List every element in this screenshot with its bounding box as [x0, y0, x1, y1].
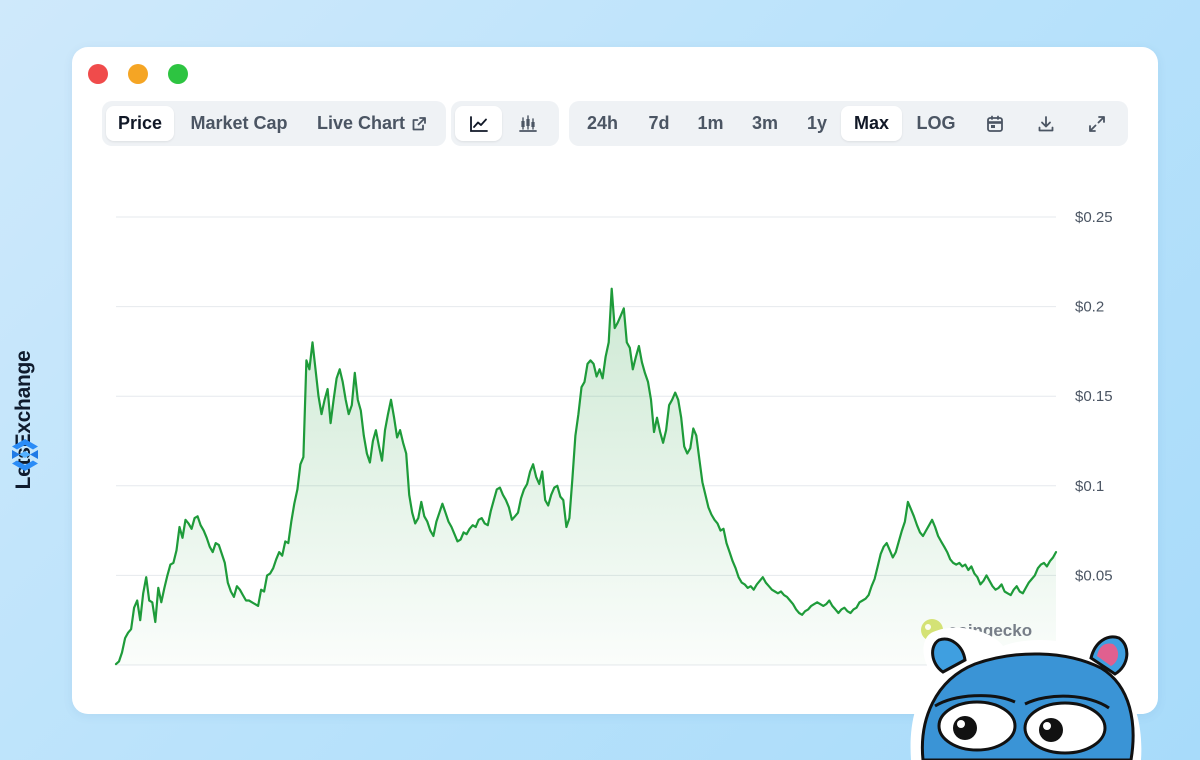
blue-bear-mascot-icon — [910, 625, 1142, 760]
y-tick-label: $0.2 — [1075, 299, 1104, 316]
y-tick-label: $0.15 — [1075, 388, 1113, 405]
brand-vertical: LetsExchange — [6, 270, 42, 489]
y-tick-label: $0.05 — [1075, 567, 1113, 584]
price-chart: $0.05$0.1$0.15$0.2$0.25 coingecko — [114, 209, 1113, 666]
price-area-fill — [116, 288, 1056, 665]
chart-card: Price Market Cap Live Chart 24h 7d 1m 3m… — [72, 47, 1158, 714]
y-tick-label: $0.25 — [1075, 209, 1113, 226]
y-tick-label: $0.1 — [1075, 478, 1104, 495]
lets-exchange-logo-icon — [12, 439, 38, 471]
